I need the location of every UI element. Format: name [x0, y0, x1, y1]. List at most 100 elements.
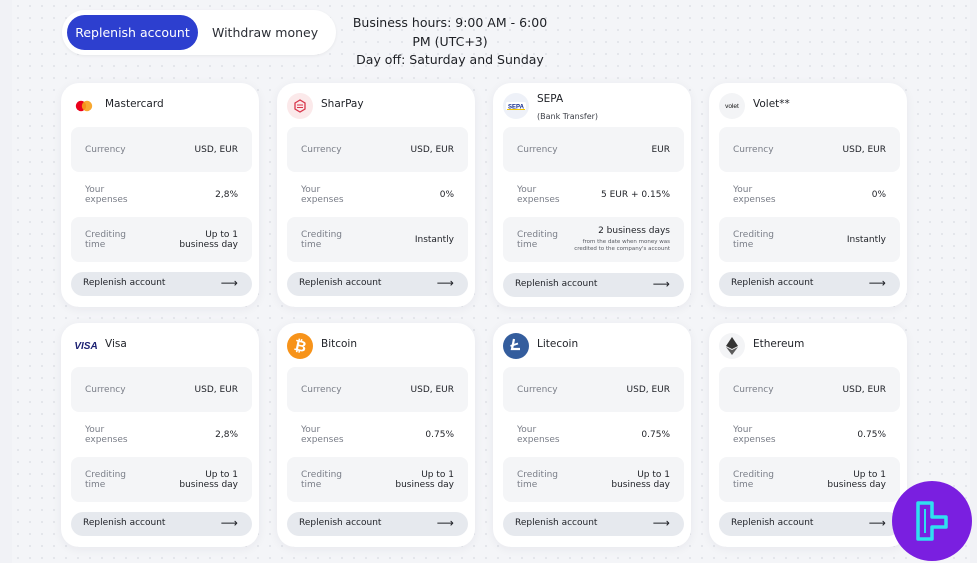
- expenses-label: Your expenses: [85, 184, 128, 205]
- expenses-row: Your expenses 0.75%: [287, 412, 468, 457]
- arrow-right-icon: ⟶: [868, 276, 886, 290]
- crediting-value: 2 business days from the date when money…: [574, 226, 670, 254]
- expenses-row: Your expenses 2,8%: [71, 172, 252, 217]
- tab-switcher: Replenish account Withdraw money: [62, 10, 336, 55]
- card-title: Litecoin: [537, 338, 579, 350]
- currency-row: Currency USD, EUR: [71, 367, 252, 412]
- crediting-value: Up to 1 business day: [611, 469, 670, 490]
- currency-label: Currency: [85, 384, 126, 395]
- business-hours: Business hours: 9:00 AM - 6:00 PM (UTC+3…: [350, 14, 550, 70]
- tab-replenish-account[interactable]: Replenish account: [67, 15, 198, 50]
- replenish-account-button[interactable]: Replenish account ⟶: [287, 512, 468, 536]
- replenish-account-button[interactable]: Replenish account ⟶: [719, 512, 900, 536]
- expenses-label: Your expenses: [733, 424, 776, 445]
- currency-row: Currency USD, EUR: [719, 367, 900, 412]
- button-label: Replenish account: [515, 279, 598, 289]
- expenses-row: Your expenses 2,8%: [71, 412, 252, 457]
- expenses-row: Your expenses 5 EUR + 0.15%: [503, 172, 684, 217]
- currency-value: USD, EUR: [842, 384, 886, 395]
- payment-card-bitcoin: ₿ Bitcoin Currency USD, EUR Your expense…: [277, 323, 475, 547]
- currency-row: Currency USD, EUR: [287, 367, 468, 412]
- arrow-right-icon: ⟶: [436, 516, 454, 530]
- button-label: Replenish account: [299, 518, 382, 528]
- tab-withdraw-money[interactable]: Withdraw money: [212, 15, 318, 50]
- card-title: Volet**: [753, 98, 790, 110]
- crediting-value: Up to 1 business day: [179, 229, 238, 250]
- card-title: Visa: [105, 338, 127, 350]
- card-subtitle: (Bank Transfer): [537, 112, 599, 121]
- payment-card-volet: volet Volet** Currency USD, EUR Your exp…: [709, 83, 907, 307]
- arrow-right-icon: ⟶: [652, 516, 670, 530]
- crediting-label: Crediting time: [301, 229, 342, 250]
- arrow-right-icon: ⟶: [436, 276, 454, 290]
- expenses-row: Your expenses 0%: [719, 172, 900, 217]
- currency-label: Currency: [733, 384, 774, 395]
- button-label: Replenish account: [515, 518, 598, 528]
- replenish-account-button[interactable]: Replenish account ⟶: [719, 272, 900, 296]
- expenses-value: 0.75%: [857, 429, 886, 440]
- crediting-label: Crediting time: [85, 469, 126, 490]
- crediting-value: Up to 1 business day: [395, 469, 454, 490]
- payment-card-sharpay: SharPay Currency USD, EUR Your expenses …: [277, 83, 475, 307]
- expenses-value: 0.75%: [641, 429, 670, 440]
- currency-value: USD, EUR: [194, 384, 238, 395]
- day-off-text: Day off: Saturday and Sunday: [356, 52, 544, 67]
- currency-value: USD, EUR: [842, 144, 886, 155]
- replenish-account-button[interactable]: Replenish account ⟶: [71, 272, 252, 296]
- currency-label: Currency: [733, 144, 774, 155]
- payment-card-sepa: SEPA SEPA (Bank Transfer) Currency EUR Y…: [493, 83, 691, 307]
- currency-value: EUR: [651, 144, 670, 155]
- replenish-account-button[interactable]: Replenish account ⟶: [503, 273, 684, 297]
- expenses-label: Your expenses: [301, 184, 344, 205]
- expenses-value: 5 EUR + 0.15%: [601, 189, 670, 200]
- crediting-value: Up to 1 business day: [179, 469, 238, 490]
- expenses-row: Your expenses 0%: [287, 172, 468, 217]
- crediting-label: Crediting time: [301, 469, 342, 490]
- brand-badge-icon: [892, 481, 972, 561]
- crediting-row: Crediting time Up to 1 business day: [719, 457, 900, 502]
- expenses-label: Your expenses: [301, 424, 344, 445]
- button-label: Replenish account: [731, 518, 814, 528]
- button-label: Replenish account: [299, 278, 382, 288]
- visa-logo-icon: VISA: [74, 340, 98, 352]
- replenish-account-button[interactable]: Replenish account ⟶: [287, 272, 468, 296]
- volet-logo-icon: volet: [719, 93, 745, 119]
- replenish-account-button[interactable]: Replenish account ⟶: [503, 512, 684, 536]
- arrow-right-icon: ⟶: [220, 276, 238, 290]
- arrow-right-icon: ⟶: [652, 277, 670, 291]
- mastercard-logo-icon: [71, 93, 97, 119]
- expenses-label: Your expenses: [733, 184, 776, 205]
- crediting-note: from the date when money was credited to…: [574, 238, 670, 253]
- expenses-label: Your expenses: [85, 424, 128, 445]
- sharpay-logo-icon: [287, 93, 313, 119]
- currency-label: Currency: [301, 384, 342, 395]
- arrow-right-icon: ⟶: [868, 516, 886, 530]
- card-title: Mastercard: [105, 98, 164, 110]
- card-title: Ethereum: [753, 338, 805, 350]
- crediting-label: Crediting time: [517, 229, 558, 250]
- crediting-value: Instantly: [846, 234, 886, 245]
- crediting-value: Instantly: [414, 234, 454, 245]
- crediting-value: Up to 1 business day: [827, 469, 886, 490]
- crediting-row: Crediting time 2 business days from the …: [503, 217, 684, 262]
- crediting-row: Crediting time Up to 1 business day: [71, 217, 252, 262]
- card-title: SEPA: [537, 93, 564, 105]
- sepa-logo-icon: SEPA: [503, 93, 529, 119]
- button-label: Replenish account: [83, 278, 166, 288]
- replenish-account-button[interactable]: Replenish account ⟶: [71, 512, 252, 536]
- crediting-label: Crediting time: [517, 469, 558, 490]
- crediting-value-text: 2 business days: [598, 225, 670, 236]
- crediting-label: Crediting time: [733, 229, 774, 250]
- bitcoin-logo-icon: ₿: [287, 333, 313, 359]
- expenses-value: 0%: [439, 189, 454, 200]
- business-hours-text: Business hours: 9:00 AM - 6:00 PM (UTC+3…: [352, 15, 548, 49]
- currency-row: Currency USD, EUR: [71, 127, 252, 172]
- crediting-row: Crediting time Instantly: [719, 217, 900, 262]
- currency-label: Currency: [85, 144, 126, 155]
- currency-value: USD, EUR: [410, 384, 454, 395]
- payment-card-litecoin: Litecoin Currency USD, EUR Your expenses…: [493, 323, 691, 547]
- expenses-row: Your expenses 0.75%: [503, 412, 684, 457]
- expenses-value: 2,8%: [215, 429, 238, 440]
- crediting-row: Crediting time Up to 1 business day: [71, 457, 252, 502]
- crediting-row: Crediting time Up to 1 business day: [503, 457, 684, 502]
